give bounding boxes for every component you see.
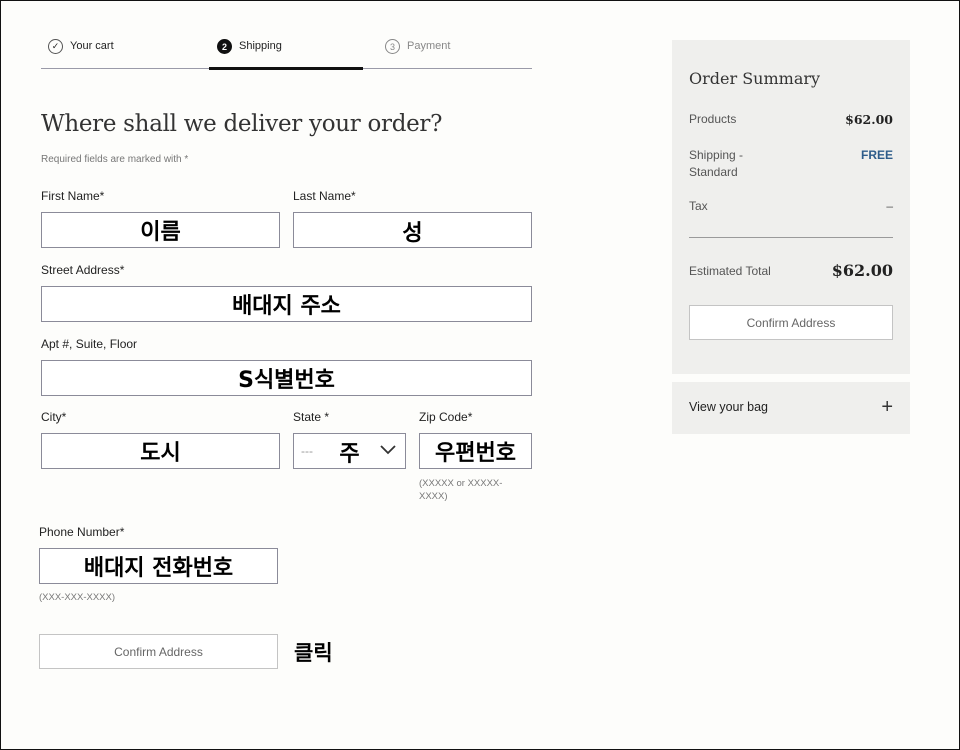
zip-label: Zip Code*	[419, 410, 473, 424]
phone-label: Phone Number*	[39, 525, 125, 539]
tax-label: Tax	[689, 199, 708, 213]
click-annotation: 클릭	[294, 641, 333, 665]
zip-format-hint: (XXXXX or XXXXX-XXXX)	[419, 478, 503, 502]
tax-row: Tax –	[689, 199, 893, 213]
state-placeholder: ---	[301, 444, 313, 458]
products-value: $62.00	[845, 112, 893, 127]
view-bag-toggle[interactable]: View your bag +	[672, 382, 910, 434]
confirm-address-button[interactable]: Confirm Address	[39, 634, 278, 669]
page-title: Where shall we deliver your order?	[41, 111, 443, 137]
view-bag-label: View your bag	[689, 400, 768, 414]
shipping-value: FREE	[860, 148, 893, 162]
state-select[interactable]: --- 주	[293, 433, 406, 469]
step-your-cart[interactable]: ✓ Your cart	[48, 37, 114, 69]
zip-code-field[interactable]: 우편번호	[419, 433, 532, 469]
street-address-field[interactable]: 배대지 주소	[41, 286, 532, 322]
step-label: Your cart	[70, 40, 114, 52]
last-name-value: 성	[402, 221, 423, 246]
apt-suite-field[interactable]: S식별번호	[41, 360, 532, 396]
state-value: 주	[339, 442, 360, 467]
checkout-steps: ✓ Your cart 2 Shipping 3 Payment	[41, 37, 532, 70]
step-payment[interactable]: 3 Payment	[385, 37, 450, 69]
first-name-value: 이름	[140, 220, 181, 245]
total-label: Estimated Total	[689, 264, 771, 278]
street-address-value: 배대지 주소	[232, 294, 341, 319]
chevron-down-icon	[380, 445, 396, 455]
tax-value: –	[886, 199, 893, 213]
city-value: 도시	[140, 441, 181, 466]
state-label: State *	[293, 410, 330, 424]
phone-format-hint: (XXX-XXX-XXXX)	[39, 592, 116, 603]
city-field[interactable]: 도시	[41, 433, 280, 469]
active-step-indicator	[209, 67, 363, 70]
step-label: Shipping	[239, 40, 282, 52]
apt-suite-value: S식별번호	[238, 368, 335, 393]
street-label: Street Address*	[41, 263, 125, 277]
plus-icon: +	[881, 396, 893, 418]
summary-confirm-address-button[interactable]: Confirm Address	[689, 305, 893, 340]
last-name-field[interactable]: 성	[293, 212, 532, 248]
step-number: 2	[217, 39, 232, 54]
order-summary-panel: Order Summary Products $62.00 Shipping -…	[672, 40, 910, 374]
shipping-method: Standard	[689, 165, 738, 179]
zip-code-value: 우편번호	[435, 441, 516, 466]
total-row: Estimated Total $62.00	[689, 261, 893, 280]
city-label: City*	[41, 410, 67, 424]
phone-number-value: 배대지 전화번호	[83, 556, 234, 581]
check-icon: ✓	[48, 39, 63, 54]
products-row: Products $62.00	[689, 112, 893, 127]
step-label: Payment	[407, 40, 451, 52]
step-shipping[interactable]: 2 Shipping	[217, 37, 282, 69]
last-name-label: Last Name*	[293, 189, 356, 203]
order-summary-title: Order Summary	[689, 69, 821, 88]
required-note: Required fields are marked with *	[41, 154, 189, 165]
phone-number-field[interactable]: 배대지 전화번호	[39, 548, 278, 584]
first-name-field[interactable]: 이름	[41, 212, 280, 248]
total-value: $62.00	[831, 261, 893, 280]
summary-divider	[689, 237, 893, 238]
apt-label: Apt #, Suite, Floor	[41, 337, 138, 351]
first-name-label: First Name*	[41, 189, 105, 203]
step-number: 3	[385, 39, 400, 54]
shipping-row: Shipping - Standard FREE	[689, 147, 893, 181]
products-label: Products	[689, 112, 737, 126]
